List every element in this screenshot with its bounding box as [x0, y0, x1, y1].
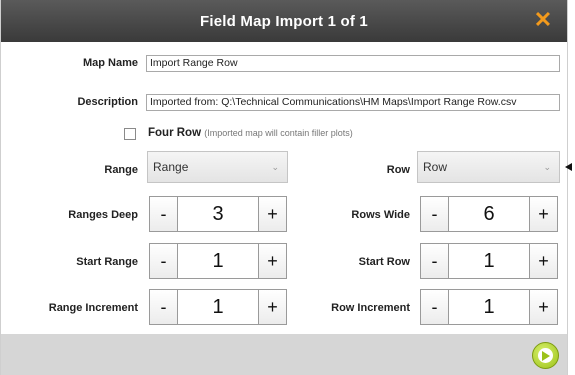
- ranges-deep-label: Ranges Deep: [68, 209, 138, 221]
- range-increment-minus-button[interactable]: -: [149, 289, 178, 325]
- arrow-right-icon: [542, 351, 550, 361]
- row-select-value: Row: [423, 160, 448, 174]
- four-row-note: (Imported map will contain filler plots): [204, 128, 353, 138]
- range-select-value: Range: [153, 160, 189, 174]
- start-range-stepper: - 1 +: [149, 243, 287, 279]
- chevron-down-icon: ⌄: [543, 162, 551, 172]
- rows-wide-plus-button[interactable]: +: [529, 196, 558, 232]
- ranges-deep-stepper: - 3 +: [149, 196, 287, 232]
- map-name-label: Map Name: [82, 57, 138, 69]
- four-row-label: Four Row: [148, 127, 202, 139]
- start-range-minus-button[interactable]: -: [149, 243, 178, 279]
- dialog-footer: [1, 334, 567, 375]
- description-label: Description: [77, 96, 138, 108]
- row-increment-minus-button[interactable]: -: [420, 289, 449, 325]
- start-row-stepper: - 1 +: [420, 243, 558, 279]
- start-range-value[interactable]: 1: [178, 243, 258, 279]
- start-row-label: Start Row: [358, 256, 410, 268]
- range-increment-value[interactable]: 1: [178, 289, 258, 325]
- row-increment-stepper: - 1 +: [420, 289, 558, 325]
- rows-wide-label: Rows Wide: [351, 209, 410, 221]
- dialog-title: Field Map Import 1 of 1: [200, 12, 368, 30]
- start-row-plus-button[interactable]: +: [529, 243, 558, 279]
- chevron-down-icon: ⌄: [271, 162, 279, 172]
- ranges-deep-plus-button[interactable]: +: [258, 196, 287, 232]
- description-input[interactable]: Imported from: Q:\Technical Communicatio…: [146, 94, 560, 111]
- row-label: Row: [386, 164, 410, 176]
- range-increment-plus-button[interactable]: +: [258, 289, 287, 325]
- row-increment-value[interactable]: 1: [449, 289, 529, 325]
- ranges-deep-minus-button[interactable]: -: [149, 196, 178, 232]
- pointer-arrow-icon: [565, 163, 572, 171]
- start-range-plus-button[interactable]: +: [258, 243, 287, 279]
- range-increment-stepper: - 1 +: [149, 289, 287, 325]
- title-bar: Field Map Import 1 of 1 ✕: [1, 0, 567, 42]
- start-range-label: Start Range: [76, 256, 138, 268]
- ranges-deep-value[interactable]: 3: [178, 196, 258, 232]
- row-increment-label: Row Increment: [331, 302, 410, 314]
- start-row-minus-button[interactable]: -: [420, 243, 449, 279]
- four-row-option: Four Row (Imported map will contain fill…: [148, 127, 353, 139]
- four-row-checkbox[interactable]: [124, 128, 136, 140]
- row-select[interactable]: Row ⌄: [417, 151, 560, 183]
- rows-wide-stepper: - 6 +: [420, 196, 558, 232]
- range-select[interactable]: Range ⌄: [147, 151, 288, 183]
- close-icon[interactable]: ✕: [531, 8, 555, 32]
- range-increment-label: Range Increment: [48, 302, 138, 314]
- row-increment-plus-button[interactable]: +: [529, 289, 558, 325]
- next-arrow-icon[interactable]: [532, 342, 559, 369]
- rows-wide-minus-button[interactable]: -: [420, 196, 449, 232]
- range-label: Range: [104, 164, 138, 176]
- rows-wide-value[interactable]: 6: [449, 196, 529, 232]
- map-name-input[interactable]: Import Range Row: [146, 55, 560, 72]
- start-row-value[interactable]: 1: [449, 243, 529, 279]
- field-map-import-dialog: Field Map Import 1 of 1 ✕ Map Name Impor…: [0, 0, 572, 375]
